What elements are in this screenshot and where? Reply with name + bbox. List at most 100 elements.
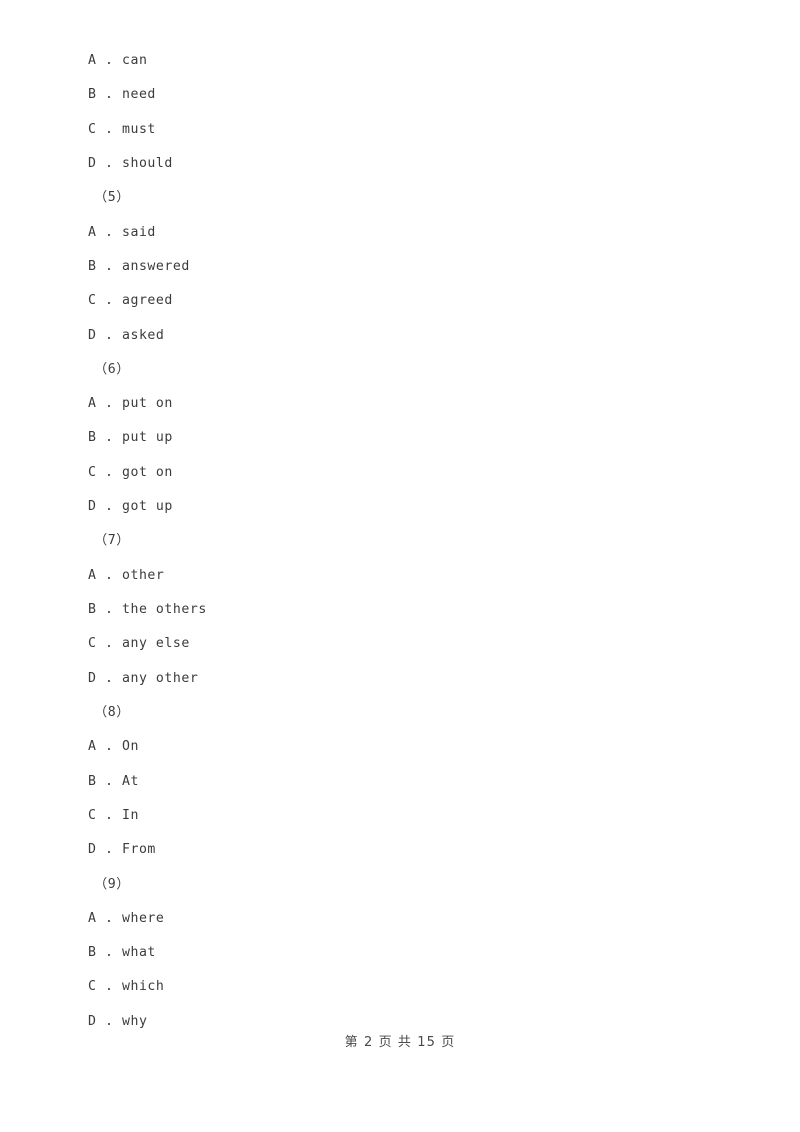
option-letter: A (88, 910, 97, 926)
option-line[interactable]: C . got on (0, 456, 800, 490)
option-separator: . (96, 293, 122, 309)
option-letter: D (88, 155, 97, 171)
option-line[interactable]: C . agreed (0, 284, 800, 318)
option-letter: D (88, 842, 97, 858)
question-number: （6） (94, 361, 130, 377)
option-letter: D (88, 670, 97, 686)
option-text: put up (121, 430, 173, 446)
option-separator: . (96, 430, 122, 446)
option-separator: . (96, 258, 122, 274)
option-text: asked (121, 327, 165, 343)
option-separator: . (96, 396, 122, 412)
option-text: the others (121, 602, 207, 617)
option-separator: . (96, 807, 122, 823)
option-separator: . (96, 739, 122, 755)
question-number: （5） (94, 190, 130, 206)
option-text: In (121, 807, 139, 823)
option-text: said (121, 224, 156, 240)
option-line[interactable]: C . must (0, 113, 800, 147)
option-text: which (121, 979, 165, 995)
option-letter: B (88, 773, 97, 789)
option-text: On (121, 739, 139, 755)
option-text: got up (121, 499, 173, 515)
option-letter: B (88, 87, 97, 103)
option-line[interactable]: C . In (0, 799, 800, 833)
option-separator: . (96, 773, 122, 789)
option-separator: . (96, 121, 122, 137)
option-line[interactable]: B . put up (0, 421, 800, 455)
option-text: any else (121, 636, 190, 652)
option-separator: . (96, 224, 122, 240)
option-letter: C (88, 636, 97, 652)
option-line[interactable]: B . what (0, 936, 800, 970)
option-line[interactable]: A . On (0, 730, 800, 764)
option-line[interactable]: A . put on (0, 387, 800, 421)
option-line[interactable]: A . can (0, 44, 800, 78)
option-letter: B (88, 945, 97, 961)
option-letter: A (88, 224, 97, 240)
option-line[interactable]: B . the others (0, 593, 800, 627)
option-separator: . (96, 979, 122, 995)
option-letter: A (88, 53, 97, 68)
option-letter: D (88, 499, 97, 515)
option-line[interactable]: A . where (0, 902, 800, 936)
option-separator: . (96, 670, 122, 686)
option-letter: B (88, 602, 97, 617)
option-text: From (121, 842, 156, 858)
option-separator: . (96, 53, 122, 68)
question-number: （8） (94, 704, 130, 720)
option-text: other (121, 567, 165, 583)
document-content: A . can B . need C . must D . should （5） A . … (0, 44, 800, 1039)
document-page: A . can B . need C . must D . should （5） A . … (0, 0, 800, 1132)
page-footer: 第 2 页 共 15 页 (344, 1035, 456, 1050)
option-separator: . (96, 636, 122, 652)
option-separator: . (96, 499, 122, 515)
option-letter: C (88, 121, 97, 137)
option-text: why (121, 1013, 148, 1029)
option-letter: D (88, 327, 97, 343)
option-text: agreed (121, 293, 173, 309)
option-text: put on (121, 396, 173, 412)
option-letter: A (88, 567, 97, 583)
option-letter: C (88, 293, 97, 309)
option-text: can (121, 53, 148, 68)
option-letter: A (88, 396, 97, 412)
option-separator: . (96, 842, 122, 858)
option-text: where (121, 910, 165, 926)
option-separator: . (96, 464, 122, 480)
option-letter: C (88, 464, 97, 480)
option-separator: . (96, 945, 122, 961)
option-letter: C (88, 807, 97, 823)
question-number: （7） (94, 533, 130, 549)
option-line[interactable]: B . answered (0, 250, 800, 284)
option-line[interactable]: B . At (0, 765, 800, 799)
option-separator: . (96, 1013, 122, 1029)
option-text: At (121, 773, 139, 789)
option-line[interactable]: D . any other (0, 662, 800, 696)
option-text: should (121, 155, 173, 171)
option-line[interactable]: D . should (0, 147, 800, 181)
option-line[interactable]: C . any else (0, 627, 800, 661)
option-text: need (121, 87, 156, 103)
option-text: must (121, 121, 156, 137)
option-separator: . (96, 327, 122, 343)
option-separator: . (96, 155, 122, 171)
option-line[interactable]: D . got up (0, 490, 800, 524)
option-letter: B (88, 430, 97, 446)
option-line[interactable]: A . other (0, 559, 800, 593)
option-line[interactable]: D . From (0, 833, 800, 867)
option-line[interactable]: A . said (0, 216, 800, 250)
option-letter: D (88, 1013, 97, 1029)
option-text: got on (121, 464, 173, 480)
option-letter: C (88, 979, 97, 995)
option-separator: . (96, 87, 122, 103)
option-separator: . (96, 567, 122, 583)
option-text: what (121, 945, 156, 961)
option-line[interactable]: B . need (0, 78, 800, 112)
option-letter: A (88, 739, 97, 755)
option-separator: . (96, 602, 122, 617)
option-separator: . (96, 910, 122, 926)
option-line[interactable]: C . which (0, 970, 800, 1004)
question-number: （9） (94, 876, 130, 892)
option-line[interactable]: D . asked (0, 319, 800, 353)
